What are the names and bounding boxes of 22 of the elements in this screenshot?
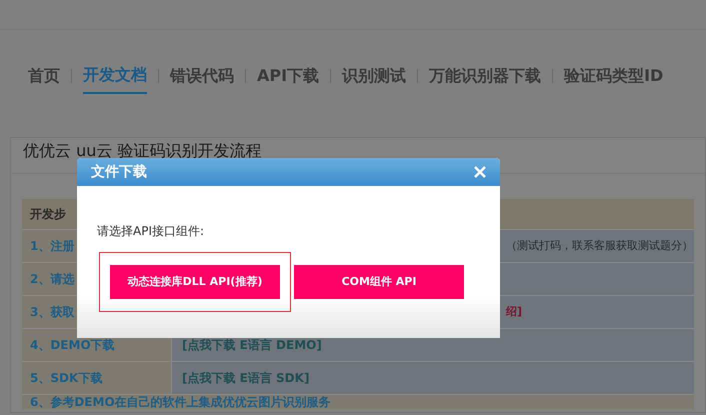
api-option-button[interactable]: COM组件 API <box>294 265 464 299</box>
step-link[interactable]: 5、SDK下载 <box>30 369 102 387</box>
nav-link[interactable]: 识别测试 <box>342 59 406 93</box>
nav-link[interactable]: 万能识别器下载 <box>429 59 542 93</box>
download-link[interactable]: [点我下载 E语言 SDK] <box>182 369 310 387</box>
step-link[interactable]: 4、DEMO下载 <box>30 336 115 354</box>
step-detail: 绍] <box>506 304 522 320</box>
step-link[interactable]: 6、参考DEMO在自己的软件上集成优优云图片识别服务 <box>30 393 331 411</box>
step-link[interactable]: 1、注册 <box>30 237 74 255</box>
nav-link[interactable]: 首页 <box>28 59 60 93</box>
step-detail: （测试打码，联系客服获取测试题分） <box>506 238 693 254</box>
table-header: 开发步 <box>30 206 66 223</box>
nav-link[interactable]: API下载 <box>257 59 320 93</box>
step-link[interactable]: 3、获取 <box>30 303 74 321</box>
nav-link[interactable]: 开发文档 <box>83 58 147 94</box>
dialog-prompt: 请选择API接口组件: <box>97 223 206 240</box>
api-option-button[interactable]: 动态连接库DLL API(推荐) <box>110 265 280 299</box>
download-link[interactable]: [点我下载 E语言 DEMO] <box>182 336 322 354</box>
step-link[interactable]: 2、请选 <box>30 270 74 288</box>
nav-link[interactable]: 错误代码 <box>170 59 234 93</box>
nav-link[interactable]: 验证码类型ID <box>564 59 664 93</box>
close-icon[interactable] <box>474 166 486 178</box>
